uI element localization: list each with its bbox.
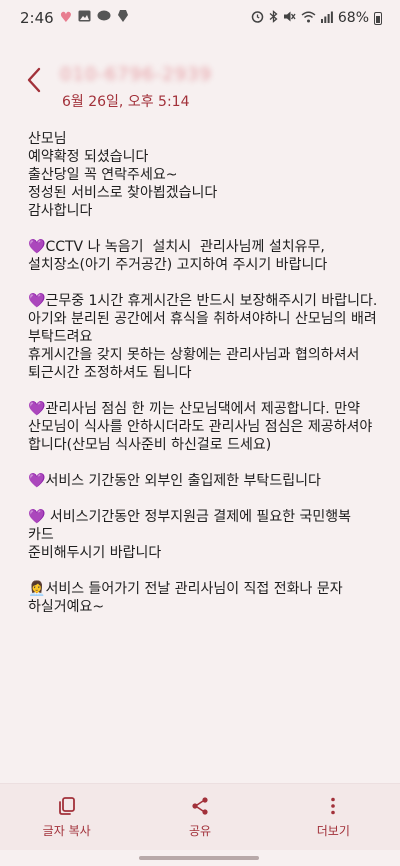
status-time: 2:46: [20, 9, 54, 27]
copy-text-button[interactable]: 글자 복사: [0, 784, 133, 850]
chevron-left-icon: [27, 67, 41, 93]
message-timestamp: 6월 26일, 오후 5:14: [62, 94, 190, 110]
battery-percent: 68%: [337, 10, 369, 26]
more-vertical-icon: [331, 797, 336, 814]
mute-icon: [283, 10, 296, 26]
status-left: 2:46 ♥: [20, 9, 129, 27]
navigation-handle[interactable]: [139, 856, 259, 860]
status-right: 68%: [251, 10, 382, 26]
purple-heart-icon: 💜: [28, 293, 46, 309]
share-label: 공유: [188, 823, 212, 838]
conversation-header: 010-6796-2939 6월 26일, 오후 5:14: [0, 36, 400, 118]
back-button[interactable]: [20, 66, 48, 94]
copy-icon: [58, 796, 75, 815]
alarm-icon: [251, 10, 264, 26]
chat-icon: [97, 10, 111, 26]
message-lunch: 관리사님 점심 한 끼는 산모님댁에서 제공합니다. 만약 산모님이 식사를 안…: [28, 401, 377, 453]
heart-icon: ♥: [59, 10, 73, 26]
share-icon: [192, 796, 208, 815]
message-greeting: 산모님 예약확정 되셨습니다 출산당일 꼭 연락주세요~ 정성된 서비스로 찾아…: [28, 131, 218, 219]
more-button[interactable]: 더보기: [267, 784, 400, 850]
purple-heart-icon: 💜: [28, 401, 46, 417]
image-icon: [78, 10, 91, 26]
message-cctv: CCTV 나 녹음기 설치시 관리사님께 설치유무, 설치장소(아기 주거공간)…: [28, 239, 330, 273]
sender-number[interactable]: 010-6796-2939: [60, 64, 220, 86]
message-body[interactable]: 산모님 예약확정 되셨습니다 출산당일 꼭 연락주세요~ 정성된 서비스로 찾아…: [28, 130, 378, 616]
copy-text-label: 글자 복사: [42, 823, 91, 838]
purple-heart-icon: 💜: [28, 239, 46, 255]
bottom-action-bar: 글자 복사 공유 더보기: [0, 783, 400, 850]
share-button[interactable]: 공유: [133, 784, 266, 850]
status-bar: 2:46 ♥ 68%: [0, 0, 400, 36]
purple-heart-icon: 💜: [28, 509, 46, 525]
message-contact: 서비스 들어가기 전날 관리사님이 직접 전화나 문자 하실거예요~: [28, 581, 348, 615]
wifi-icon: [301, 11, 316, 26]
message-card: 서비스기간동안 정부지원금 결제에 필요한 국민행복 카드 준비해두시기 바랍니…: [28, 509, 352, 561]
message-break-time: 근무중 1시간 휴게시간은 반드시 보장해주시기 바랍니다. 아기와 분리된 공…: [28, 293, 378, 381]
battery-icon: [374, 11, 382, 25]
signal-icon: [320, 11, 333, 26]
more-label: 더보기: [316, 823, 350, 838]
person-icon: 👩‍💼: [28, 581, 46, 597]
message-visitors: 서비스 기간동안 외부인 출입제한 부탁드립니다: [45, 473, 321, 489]
purple-heart-icon: 💜: [28, 473, 46, 489]
bluetooth-icon: [269, 10, 278, 26]
app-icon: [117, 9, 129, 27]
